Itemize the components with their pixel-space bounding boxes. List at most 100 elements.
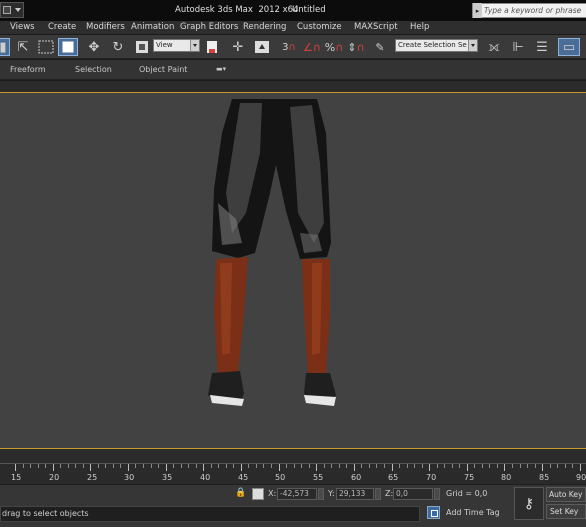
menu-create[interactable]: Create bbox=[48, 22, 76, 32]
timeline-tick bbox=[368, 464, 370, 468]
timeline-tick bbox=[173, 464, 175, 468]
set-keys-key-icon[interactable]: ⚷ bbox=[514, 487, 544, 520]
use-pivot-center-icon[interactable]: ✛ bbox=[228, 38, 248, 56]
app-title: Autodesk 3ds Max 2012 x64 bbox=[175, 5, 299, 15]
lock-selection-icon[interactable]: 🔒 bbox=[235, 488, 246, 498]
y-coordinate-field[interactable]: 29,133 bbox=[336, 488, 374, 500]
menu-animation[interactable]: Animation bbox=[131, 22, 174, 32]
timeline-tick bbox=[361, 464, 363, 468]
angle-snap-icon[interactable]: ∠∩ bbox=[302, 38, 322, 56]
x-spinner[interactable] bbox=[318, 488, 324, 500]
timeline-tick bbox=[429, 464, 431, 471]
edit-named-selection-icon[interactable]: ✎ bbox=[370, 38, 390, 56]
reference-coordinate-dropdown[interactable]: View bbox=[153, 39, 200, 52]
selection-filter-icon[interactable]: ▮ bbox=[0, 38, 10, 56]
timeline-tick bbox=[338, 464, 340, 468]
timeline-tick bbox=[474, 464, 476, 468]
select-by-name-icon[interactable] bbox=[202, 38, 222, 56]
timeline-tick bbox=[308, 464, 310, 468]
timeline-tick bbox=[406, 464, 408, 468]
infocenter-search[interactable]: ▸ bbox=[472, 3, 586, 18]
auto-key-button[interactable]: Auto Key bbox=[546, 487, 586, 502]
timeline-tick bbox=[82, 464, 84, 468]
menu-views[interactable]: Views bbox=[10, 22, 35, 32]
align-icon[interactable]: ⊩ bbox=[508, 38, 528, 56]
timeline-label: 90 bbox=[576, 473, 586, 482]
ribbon-spacer bbox=[0, 81, 586, 92]
timeline-tick bbox=[15, 464, 16, 471]
timeline-tick bbox=[188, 464, 190, 468]
timeline-tick bbox=[293, 464, 295, 468]
timeline-tick bbox=[52, 464, 54, 471]
select-and-scale-icon[interactable] bbox=[132, 38, 152, 56]
z-coordinate-field[interactable]: 0,0 bbox=[393, 488, 433, 500]
timeline-tick bbox=[286, 464, 288, 468]
main-toolbar: ▮ ⇱ ✥ ↻ View ✛ 3 ∩ ∠∩ % ∩ ⇕ ∩ ✎ Create Sele… bbox=[0, 35, 586, 59]
timeline-label: 60 bbox=[351, 473, 362, 482]
timeline-label: 30 bbox=[124, 473, 135, 482]
snaps-toggle-icon[interactable]: 3 ∩ bbox=[278, 38, 300, 56]
application-menu-button[interactable] bbox=[0, 2, 24, 18]
timeline-tick bbox=[22, 464, 24, 468]
timeline-label: 35 bbox=[162, 473, 173, 482]
rect-selection-region-icon[interactable] bbox=[36, 38, 56, 56]
timeline-tick bbox=[158, 464, 160, 468]
x-coordinate-field[interactable]: -42,573 bbox=[277, 488, 317, 500]
timeline-tick bbox=[263, 464, 265, 468]
timeline-tick bbox=[323, 464, 325, 468]
timeline-tick bbox=[218, 464, 220, 468]
timeline-track[interactable]: 15 20 25 30 35 40 45 50 55 60 65 70 75 8… bbox=[0, 463, 586, 484]
timeline-tick bbox=[564, 464, 566, 468]
menu-maxscript[interactable]: MAXScript bbox=[354, 22, 398, 32]
select-and-move-icon[interactable]: ✥ bbox=[84, 38, 104, 56]
percent-snap-icon[interactable]: % ∩ bbox=[324, 38, 344, 56]
mirror-icon[interactable]: ⟗ bbox=[484, 38, 504, 56]
timeline-tick bbox=[112, 464, 114, 468]
timeline-tick bbox=[353, 464, 355, 471]
timeline-tick bbox=[255, 464, 257, 468]
timeline-label: 85 bbox=[539, 473, 550, 482]
x-label: X: bbox=[268, 489, 277, 498]
y-spinner[interactable] bbox=[375, 488, 381, 500]
timeline-label: 75 bbox=[464, 473, 475, 482]
add-time-tag-icon[interactable] bbox=[427, 506, 440, 519]
menu-modifiers[interactable]: Modifiers bbox=[86, 22, 125, 32]
add-time-tag-label[interactable]: Add Time Tag bbox=[446, 508, 500, 517]
title-bar: Autodesk 3ds Max 2012 x64 Untitled ▸ bbox=[0, 0, 586, 21]
timeline-label: 55 bbox=[313, 473, 324, 482]
select-object-icon[interactable]: ⇱ bbox=[14, 38, 32, 56]
menu-rendering[interactable]: Rendering bbox=[243, 22, 286, 32]
select-and-manipulate-icon[interactable] bbox=[252, 38, 272, 56]
z-spinner[interactable] bbox=[434, 488, 440, 500]
tab-selection[interactable]: Selection bbox=[75, 65, 112, 74]
timeline-tick bbox=[414, 464, 416, 468]
menu-graph-editors[interactable]: Graph Editors bbox=[180, 22, 238, 32]
timeline-tick bbox=[240, 464, 242, 471]
named-selection-dropdown[interactable]: Create Selection Se bbox=[395, 39, 478, 52]
timeline-tick bbox=[195, 464, 197, 468]
tab-object-paint[interactable]: Object Paint bbox=[139, 65, 187, 74]
timeline-tick bbox=[316, 464, 318, 471]
graphite-toggle-icon[interactable]: ▭ bbox=[558, 38, 580, 56]
menu-customize[interactable]: Customize bbox=[297, 22, 342, 32]
spinner-snap-icon[interactable]: ⇕ ∩ bbox=[346, 38, 366, 56]
layer-manager-icon[interactable]: ☰ bbox=[532, 38, 552, 56]
select-and-rotate-icon[interactable]: ↻ bbox=[108, 38, 128, 56]
tab-freeform[interactable]: Freeform bbox=[10, 65, 46, 74]
timeline-tick bbox=[496, 464, 498, 468]
character-model bbox=[208, 99, 336, 406]
timeline-label: 70 bbox=[426, 473, 437, 482]
timeline-tick bbox=[203, 464, 205, 471]
timeline-tick bbox=[549, 464, 551, 468]
expand-arrow-icon[interactable]: ▸ bbox=[473, 3, 482, 18]
ribbon-options-icon[interactable]: ▬▾ bbox=[216, 65, 226, 73]
viewport-perspective[interactable] bbox=[0, 92, 586, 449]
window-crossing-icon[interactable] bbox=[58, 38, 78, 56]
graphite-ribbon: Freeform Selection Object Paint ▬▾ bbox=[0, 60, 586, 80]
timeline-label: 25 bbox=[87, 473, 98, 482]
set-key-button[interactable]: Set Key bbox=[546, 504, 586, 519]
search-input[interactable] bbox=[482, 6, 586, 15]
timeline-tick bbox=[511, 464, 513, 468]
absolute-mode-icon[interactable] bbox=[252, 488, 264, 500]
menu-help[interactable]: Help bbox=[410, 22, 429, 32]
